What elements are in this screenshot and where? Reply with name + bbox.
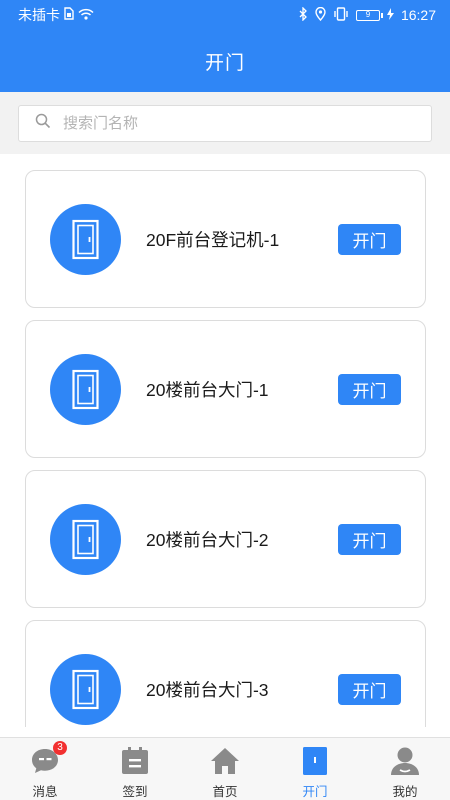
tab-label: 开门 [302, 785, 328, 799]
wifi-icon [78, 7, 94, 23]
door-card: 20楼前台大门-3 开门 [25, 620, 426, 727]
status-bar: 未插卡 9 16:27 [0, 0, 450, 30]
tab-profile[interactable]: 我的 [360, 738, 450, 800]
tab-label: 我的 [392, 785, 418, 799]
door-name: 20楼前台大门-3 [146, 680, 269, 700]
tab-label: 首页 [212, 785, 238, 799]
tab-home[interactable]: 首页 [180, 738, 270, 800]
location-icon [315, 6, 326, 24]
vibrate-icon [333, 6, 349, 24]
tab-label: 签到 [122, 785, 148, 799]
open-door-button[interactable]: 开门 [338, 374, 401, 405]
search-icon [35, 113, 51, 134]
tab-label: 消息 [32, 785, 58, 799]
page-title: 开门 [204, 52, 245, 74]
battery-icon: 9 [355, 9, 383, 21]
clock-text: 16:27 [400, 7, 436, 23]
open-door-button[interactable]: 开门 [338, 674, 401, 705]
door-card: 20F前台登记机-1 开门 [25, 170, 426, 308]
search-area [0, 92, 450, 154]
open-door-button[interactable]: 开门 [338, 524, 401, 555]
calendar-icon [119, 745, 151, 777]
bluetooth-icon [299, 5, 308, 24]
search-input[interactable] [63, 115, 403, 132]
tab-messages[interactable]: 3 消息 [0, 738, 90, 800]
profile-icon [389, 745, 421, 777]
door-icon [299, 745, 331, 777]
open-door-button[interactable]: 开门 [338, 224, 401, 255]
app-header: 未插卡 9 16:27 开门 [0, 0, 450, 92]
search-box[interactable] [18, 105, 432, 142]
door-name: 20F前台登记机-1 [146, 230, 280, 250]
door-card: 20楼前台大门-1 开门 [25, 320, 426, 458]
message-icon: 3 [29, 741, 67, 777]
charging-icon [386, 7, 394, 23]
door-name: 20楼前台大门-1 [146, 380, 269, 400]
door-icon [50, 504, 121, 575]
door-card: 20楼前台大门-2 开门 [25, 470, 426, 608]
tab-checkin[interactable]: 签到 [90, 738, 180, 800]
door-icon [50, 204, 121, 275]
bottom-tab-bar: 3 消息 签到 首页 开门 我的 [0, 737, 450, 800]
door-name: 20楼前台大门-2 [146, 530, 269, 550]
door-icon [50, 654, 121, 725]
tab-open-door[interactable]: 开门 [270, 738, 360, 800]
home-icon [209, 745, 241, 777]
door-list[interactable]: 20F前台登记机-1 开门 20楼前台大门-1 开门 20楼前台大门-2 开门 … [0, 154, 450, 727]
unread-badge: 3 [53, 741, 67, 755]
door-icon [50, 354, 121, 425]
carrier-text: 未插卡 [18, 7, 60, 23]
sim-icon [64, 7, 74, 23]
